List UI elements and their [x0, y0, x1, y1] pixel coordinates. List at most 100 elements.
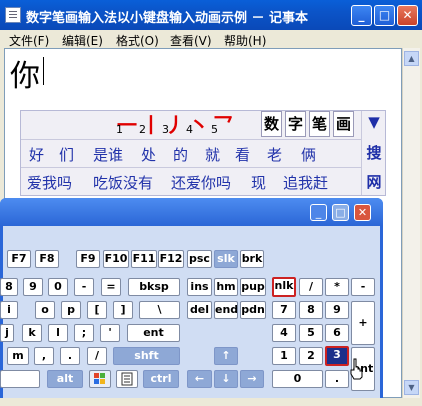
keyboard-close-button[interactable]: ✕: [354, 204, 371, 221]
key-slk[interactable]: slk: [214, 250, 238, 268]
key-num-0[interactable]: 0: [272, 370, 323, 388]
key-backslash[interactable]: \: [139, 301, 180, 319]
candidate[interactable]: 处: [141, 144, 156, 165]
key-8[interactable]: 8: [0, 278, 18, 296]
mode-zi[interactable]: 字: [285, 111, 306, 137]
key-num-plus[interactable]: +: [351, 301, 375, 345]
key-end[interactable]: end: [214, 301, 238, 319]
key-num-decimal[interactable]: .: [325, 370, 349, 388]
candidate[interactable]: 就: [205, 144, 220, 165]
key-pgdn[interactable]: pdn: [240, 301, 266, 319]
keyboard-maximize-button[interactable]: □: [332, 204, 349, 221]
minimize-button[interactable]: _: [351, 5, 372, 26]
key-num-8[interactable]: 8: [299, 301, 323, 319]
key-enter[interactable]: ent: [127, 324, 180, 342]
key-backspace[interactable]: bksp: [128, 278, 180, 296]
scroll-down-arrow-icon[interactable]: ▼: [404, 380, 419, 395]
mode-bi[interactable]: 笔: [309, 111, 330, 137]
candidate[interactable]: 追我赶: [283, 172, 328, 193]
key-minus[interactable]: -: [74, 278, 94, 296]
keyboard-minimize-button[interactable]: _: [310, 204, 327, 221]
key-quote[interactable]: ': [100, 324, 120, 342]
candidate[interactable]: 老: [267, 144, 282, 165]
key-f10[interactable]: F10: [103, 250, 129, 268]
key-shift[interactable]: shft: [113, 347, 180, 365]
web-button[interactable]: 网: [364, 171, 384, 192]
candidate[interactable]: 俩: [301, 144, 316, 165]
key-num-multiply[interactable]: *: [325, 278, 349, 296]
key-num-3[interactable]: 3: [325, 346, 349, 366]
maximize-button[interactable]: □: [374, 5, 395, 26]
key-psc[interactable]: psc: [187, 250, 212, 268]
candidate[interactable]: 现: [251, 172, 266, 193]
candidate[interactable]: 还爱你吗: [171, 172, 231, 193]
menu-help[interactable]: 帮助(H): [224, 32, 266, 49]
key-numlock[interactable]: nlk: [272, 277, 296, 297]
key-brk[interactable]: brk: [240, 250, 264, 268]
menu-edit[interactable]: 编辑(E): [62, 32, 103, 49]
key-j[interactable]: j: [0, 324, 14, 342]
key-down-arrow[interactable]: ↓: [214, 370, 238, 388]
key-i[interactable]: i: [0, 301, 18, 319]
key-space[interactable]: [0, 370, 40, 388]
key-home[interactable]: hm: [214, 278, 238, 296]
key-semicolon[interactable]: ;: [74, 324, 94, 342]
candidate[interactable]: 好: [29, 144, 44, 165]
candidate[interactable]: 是谁: [93, 144, 123, 165]
menu-view[interactable]: 查看(V): [170, 32, 212, 49]
key-9[interactable]: 9: [23, 278, 43, 296]
key-num-4[interactable]: 4: [272, 324, 296, 342]
candidate[interactable]: 看: [235, 144, 250, 165]
key-l[interactable]: l: [48, 324, 68, 342]
key-del[interactable]: del: [187, 301, 212, 319]
key-f7[interactable]: F7: [7, 250, 31, 268]
key-ctrl[interactable]: ctrl: [143, 370, 179, 388]
key-num-6[interactable]: 6: [325, 324, 349, 342]
key-right-arrow[interactable]: →: [240, 370, 264, 388]
menu-key-icon[interactable]: [116, 370, 138, 388]
key-slash[interactable]: /: [87, 347, 107, 365]
menu-format[interactable]: 格式(O): [116, 32, 159, 49]
key-lbracket[interactable]: [: [87, 301, 107, 319]
key-alt[interactable]: alt: [47, 370, 83, 388]
key-num-5[interactable]: 5: [299, 324, 323, 342]
key-period[interactable]: .: [60, 347, 80, 365]
page-down-icon[interactable]: ▼: [364, 113, 384, 131]
key-num-2[interactable]: 2: [299, 347, 323, 365]
key-num-divide[interactable]: /: [299, 278, 323, 296]
key-num-9[interactable]: 9: [325, 301, 349, 319]
close-button[interactable]: ✕: [397, 5, 418, 26]
key-comma[interactable]: ,: [34, 347, 54, 365]
key-num-7[interactable]: 7: [272, 301, 296, 319]
key-pgup[interactable]: pup: [240, 278, 266, 296]
key-equals[interactable]: =: [101, 278, 121, 296]
key-rbracket[interactable]: ]: [113, 301, 133, 319]
vertical-scrollbar[interactable]: ▲ ▼: [402, 48, 420, 398]
title-bar[interactable]: 数字笔画输入法以小键盘输入动画示例 － 记事本 _ □ ✕: [0, 0, 422, 30]
key-o[interactable]: o: [35, 301, 55, 319]
key-num-minus[interactable]: -: [351, 278, 375, 296]
key-f8[interactable]: F8: [35, 250, 59, 268]
keyboard-title-bar[interactable]: _ □ ✕: [0, 198, 383, 226]
key-num-1[interactable]: 1: [272, 347, 296, 365]
key-f12[interactable]: F12: [158, 250, 184, 268]
candidate[interactable]: 的: [173, 144, 188, 165]
key-f11[interactable]: F11: [131, 250, 157, 268]
scroll-up-arrow-icon[interactable]: ▲: [404, 51, 419, 66]
mode-shu[interactable]: 数: [261, 111, 282, 137]
key-m[interactable]: m: [7, 347, 29, 365]
candidate[interactable]: 爱我吗: [27, 172, 72, 193]
windows-logo-icon[interactable]: [89, 370, 111, 388]
search-button[interactable]: 搜: [364, 142, 384, 163]
candidate[interactable]: 吃饭没有: [93, 172, 153, 193]
key-0[interactable]: 0: [48, 278, 68, 296]
key-f9[interactable]: F9: [76, 250, 100, 268]
key-p[interactable]: p: [61, 301, 81, 319]
menu-file[interactable]: 文件(F): [9, 32, 49, 49]
key-up-arrow[interactable]: ↑: [214, 347, 238, 365]
candidate[interactable]: 们: [59, 144, 74, 165]
key-k[interactable]: k: [22, 324, 42, 342]
key-ins[interactable]: ins: [187, 278, 212, 296]
mode-hua[interactable]: 画: [333, 111, 354, 137]
key-left-arrow[interactable]: ←: [187, 370, 212, 388]
